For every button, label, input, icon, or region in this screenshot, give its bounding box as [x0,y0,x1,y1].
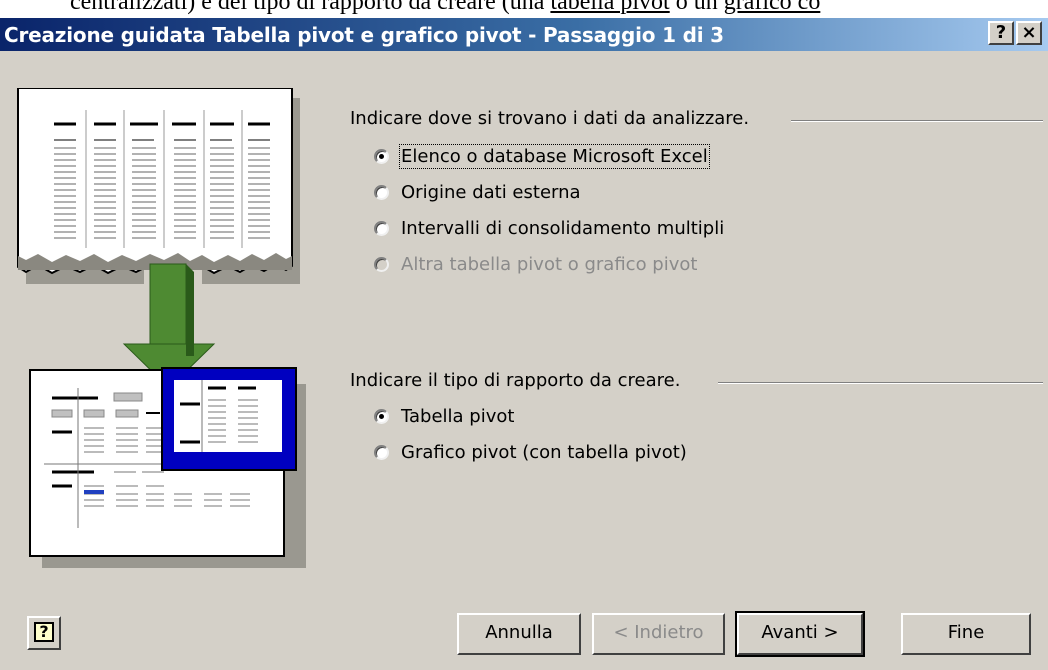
title-help-button[interactable]: ? [988,21,1014,45]
radio-pivot-table[interactable]: Tabella pivot [374,402,514,430]
radio-label-external-source[interactable]: Origine dati esterna [401,182,581,203]
radio-external-source[interactable]: Origine dati esterna [374,178,581,206]
help-button[interactable]: ? [27,616,61,650]
report-type-heading: Indicare il tipo di rapporto da creare. [350,370,681,391]
radio-pivot-chart[interactable]: Grafico pivot (con tabella pivot) [374,438,687,466]
radio-button-icon[interactable] [374,148,389,164]
next-button[interactable]: Avanti > [735,611,865,657]
finish-button[interactable]: Fine [901,613,1031,655]
pivot-wizard-illustration-icon [17,88,306,568]
radio-consolidation-ranges[interactable]: Intervalli di consolidamento multipli [374,214,724,242]
data-source-divider [791,120,1043,122]
bg-link-pivot-table[interactable]: tabella pivot [550,0,669,15]
radio-other-pivot: Altra tabella pivot o grafico pivot [374,250,697,278]
title-bar: Creazione guidata Tabella pivot e grafic… [0,18,1048,51]
radio-label-other-pivot: Altra tabella pivot o grafico pivot [401,253,698,275]
radio-label-pivot-table[interactable]: Tabella pivot [401,406,514,427]
bg-text-prefix: centralizzati) e del tipo di rapporto da… [70,0,551,15]
report-type-divider [718,382,1043,384]
data-source-heading: Indicare dove si trovano i dati da anali… [350,108,750,129]
radio-button-icon[interactable] [374,408,389,424]
bg-link-pivot-chart[interactable]: grafico co [724,0,821,15]
cancel-button[interactable]: Annulla [457,613,581,655]
radio-label-consolidation-ranges[interactable]: Intervalli di consolidamento multipli [401,218,724,239]
radio-excel-list[interactable]: Elenco o database Microsoft Excel [374,142,710,170]
radio-button-icon [374,256,389,272]
help-icon: ? [34,622,54,642]
background-document-text: centralizzati) e del tipo di rapporto da… [70,0,1048,18]
pivot-wizard-dialog: Creazione guidata Tabella pivot e grafic… [0,18,1048,670]
bg-text-middle: o un [669,0,724,15]
radio-button-icon[interactable] [374,184,389,200]
radio-label-pivot-chart[interactable]: Grafico pivot (con tabella pivot) [401,442,687,463]
back-button[interactable]: < Indietro [592,613,725,655]
radio-label-excel-list[interactable]: Elenco o database Microsoft Excel [399,143,710,169]
radio-button-icon[interactable] [374,220,389,236]
title-close-button[interactable]: × [1016,21,1042,45]
radio-button-icon[interactable] [374,444,389,460]
window-title: Creazione guidata Tabella pivot e grafic… [4,23,724,47]
